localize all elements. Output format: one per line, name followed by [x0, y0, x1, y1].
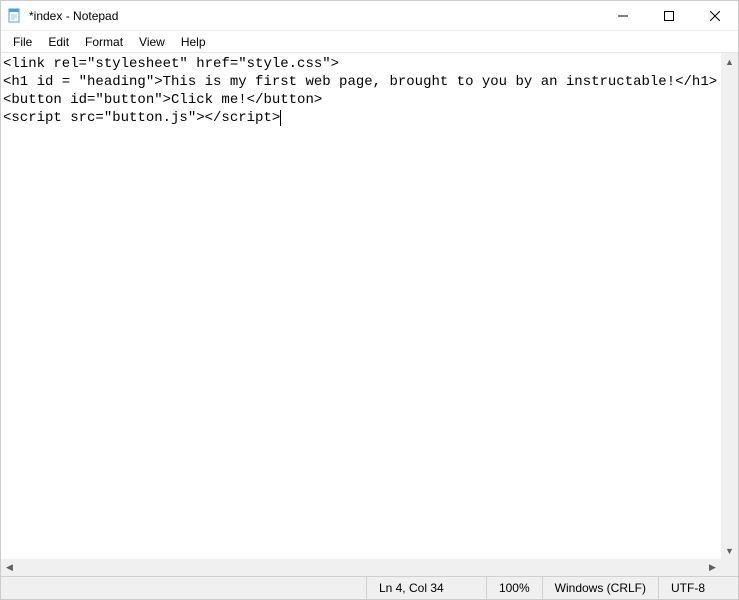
status-cursor-position: Ln 4, Col 34 — [366, 577, 486, 599]
status-bar: Ln 4, Col 34 100% Windows (CRLF) UTF-8 — [1, 576, 738, 599]
scroll-down-icon[interactable]: ▼ — [721, 542, 738, 559]
notepad-icon — [7, 8, 23, 24]
status-empty — [1, 577, 366, 599]
text-cursor — [280, 110, 281, 126]
scroll-up-icon[interactable]: ▲ — [721, 53, 738, 70]
minimize-button[interactable] — [600, 1, 646, 31]
editor-line: <link rel="stylesheet" href="style.css"> — [3, 55, 736, 73]
close-button[interactable] — [692, 1, 738, 31]
horizontal-scrollbar[interactable]: ◀ ▶ — [1, 559, 721, 576]
status-line-ending: Windows (CRLF) — [542, 577, 658, 599]
menu-edit[interactable]: Edit — [40, 33, 77, 51]
menu-bar: File Edit Format View Help — [1, 31, 738, 53]
scroll-right-icon[interactable]: ▶ — [704, 559, 721, 576]
scroll-left-icon[interactable]: ◀ — [1, 559, 18, 576]
menu-view[interactable]: View — [131, 33, 173, 51]
editor-line: <h1 id = "heading">This is my first web … — [3, 73, 736, 91]
menu-file[interactable]: File — [5, 33, 40, 51]
title-bar: *index - Notepad — [1, 1, 738, 31]
status-zoom: 100% — [486, 577, 542, 599]
menu-help[interactable]: Help — [173, 33, 214, 51]
window-title: *index - Notepad — [29, 9, 118, 23]
editor-line: <button id="button">Click me!</button> — [3, 91, 736, 109]
status-encoding: UTF-8 — [658, 577, 738, 599]
text-editor[interactable]: <link rel="stylesheet" href="style.css">… — [1, 53, 738, 576]
editor-area: <link rel="stylesheet" href="style.css">… — [1, 53, 738, 576]
menu-format[interactable]: Format — [77, 33, 131, 51]
editor-line: <script src="button.js"></script> — [3, 109, 736, 127]
maximize-button[interactable] — [646, 1, 692, 31]
scrollbar-corner — [721, 559, 738, 576]
vertical-scrollbar[interactable]: ▲ ▼ — [721, 53, 738, 559]
